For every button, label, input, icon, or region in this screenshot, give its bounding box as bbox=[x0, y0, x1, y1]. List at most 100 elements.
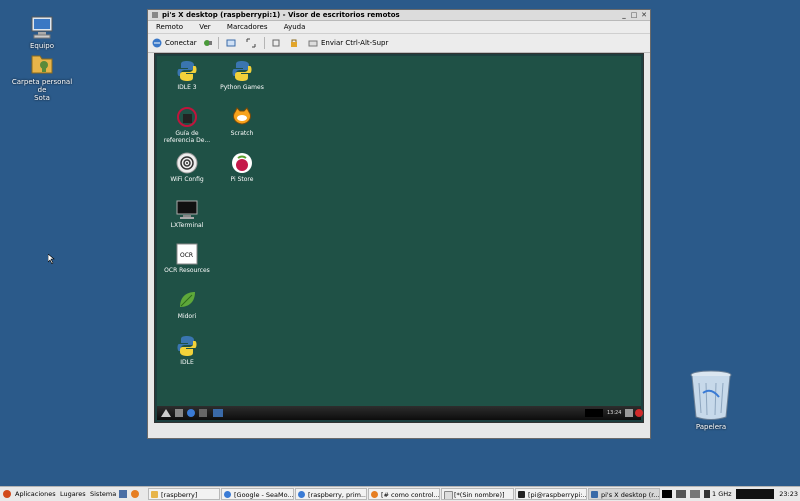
remote-icon-label: Pi Store bbox=[230, 176, 254, 183]
desktop-icon-home-folder[interactable]: Carpeta personal de Sota bbox=[10, 50, 74, 102]
menu-ver[interactable]: Ver bbox=[199, 23, 210, 31]
remote-icon-label: IDLE 3 bbox=[177, 84, 197, 91]
remote-icon-lxterminal[interactable]: LXTerminal bbox=[159, 198, 215, 229]
find-hosts-icon bbox=[204, 40, 212, 46]
computer-icon bbox=[31, 16, 53, 39]
minimize-icon[interactable]: _ bbox=[620, 11, 628, 19]
mouse-pointer-icon bbox=[48, 254, 55, 264]
taskbar-item[interactable]: [raspberry] bbox=[148, 488, 220, 500]
taskbar-item[interactable]: [raspberry, prim... bbox=[295, 488, 367, 500]
connect-button[interactable]: Conectar bbox=[152, 37, 197, 49]
remote-icon-label: OCR Resources bbox=[164, 267, 210, 274]
panel-clock[interactable]: 23:23 bbox=[779, 487, 798, 501]
menu-lugares[interactable]: Lugares bbox=[60, 487, 86, 501]
close-icon[interactable]: ✕ bbox=[640, 11, 648, 19]
terminal-launcher-icon[interactable] bbox=[662, 490, 672, 498]
maximize-icon[interactable]: □ bbox=[630, 11, 638, 19]
firefox-icon bbox=[371, 491, 378, 498]
remote-icon-pi-store[interactable]: Pi Store bbox=[214, 152, 270, 183]
desktop: { "desktop": { "icons": [ {"label": "Equ… bbox=[0, 0, 800, 501]
remote-icon-reference-guide[interactable]: Guía de referencia De... bbox=[159, 106, 215, 144]
terminal-icon bbox=[176, 200, 198, 219]
remote-viewer-icon bbox=[591, 491, 598, 498]
taskbar-item[interactable]: [Google - SeaMo... bbox=[221, 488, 294, 500]
desktop-icon-equipo[interactable]: Equipo bbox=[10, 14, 74, 50]
fullscreen-icon bbox=[246, 38, 256, 48]
raspberry-icon bbox=[232, 153, 252, 173]
remote-icon-idle3[interactable]: IDLE 3 bbox=[159, 60, 215, 91]
keyboard-lock-button[interactable] bbox=[289, 37, 302, 49]
remote-taskbar[interactable]: 13:24 bbox=[157, 406, 643, 420]
remote-viewer-window[interactable]: pi's X desktop (raspberrypi:1) - Visor d… bbox=[147, 9, 651, 439]
remote-screen[interactable]: IDLE 3 Guía de referencia De... WiFi Con… bbox=[154, 53, 644, 423]
python-icon bbox=[177, 336, 197, 356]
trash-icon bbox=[690, 370, 732, 420]
debian-reference-icon bbox=[177, 107, 197, 127]
remote-folder-icon[interactable] bbox=[175, 409, 183, 417]
menu-ayuda[interactable]: Ayuda bbox=[284, 23, 306, 31]
menu-sistema[interactable]: Sistema bbox=[90, 487, 116, 501]
fullscreen-button[interactable] bbox=[246, 37, 259, 49]
remote-icon-label: IDLE bbox=[180, 359, 194, 366]
desktop-icon-label: Equipo bbox=[30, 42, 54, 50]
taskbar-item[interactable]: [pi@raspberrypi:... bbox=[515, 488, 587, 500]
window-titlebar[interactable]: pi's X desktop (raspberrypi:1) - Visor d… bbox=[148, 10, 650, 21]
remote-icon-midori[interactable]: Midori bbox=[159, 289, 215, 320]
remote-cpu-monitor bbox=[585, 409, 603, 417]
send-cad-label: Enviar Ctrl-Alt-Supr bbox=[321, 39, 389, 47]
network-icon[interactable] bbox=[676, 490, 686, 498]
remote-desktop[interactable]: IDLE 3 Guía de referencia De... WiFi Con… bbox=[157, 56, 641, 406]
remote-icon-wifi-config[interactable]: WiFi Config bbox=[159, 152, 215, 183]
midori-leaf-icon bbox=[180, 292, 195, 307]
remote-clock: 13:24 bbox=[607, 410, 622, 416]
toolbar-separator bbox=[264, 37, 265, 49]
remote-icon-label: Python Games bbox=[220, 84, 264, 91]
firefox-launcher-icon[interactable] bbox=[131, 490, 139, 498]
desktop-icon-label: Carpeta personal de bbox=[11, 78, 73, 94]
app-icon bbox=[152, 12, 158, 18]
send-ctrl-alt-del-button[interactable]: Enviar Ctrl-Alt-Supr bbox=[308, 37, 388, 49]
connect-label: Conectar bbox=[165, 39, 197, 47]
cpu-frequency: 1 GHz bbox=[712, 490, 732, 498]
home-folder-icon bbox=[31, 55, 53, 74]
connect-icon bbox=[152, 38, 162, 48]
view-only-button[interactable] bbox=[271, 37, 284, 49]
remote-icon-idle[interactable]: IDLE bbox=[159, 335, 215, 366]
desktop-icon-label-line2: Sota bbox=[34, 94, 50, 102]
show-desktop-icon[interactable] bbox=[119, 490, 127, 498]
remote-icon-scratch[interactable]: Scratch bbox=[214, 106, 270, 137]
terminal-icon bbox=[518, 491, 525, 498]
menu-marcadores[interactable]: Marcadores bbox=[227, 23, 268, 31]
remote-browser-icon[interactable] bbox=[187, 409, 195, 417]
remote-icon-python-games[interactable]: Python Games bbox=[214, 60, 270, 91]
remote-icon-label: Midori bbox=[177, 313, 197, 320]
browser-icon bbox=[224, 491, 231, 498]
svg-text:OCR: OCR bbox=[180, 252, 193, 259]
remote-menu-icon[interactable] bbox=[161, 409, 171, 417]
taskbar-item[interactable]: [# como control... bbox=[368, 488, 440, 500]
menu-aplicaciones[interactable]: Aplicaciones bbox=[15, 487, 56, 501]
remote-power-icon[interactable] bbox=[635, 409, 643, 417]
remote-icon-ocr-resources[interactable]: OCR OCR Resources bbox=[159, 243, 215, 274]
menu-remoto[interactable]: Remoto bbox=[156, 23, 183, 31]
taskbar-item[interactable]: [*(Sin nombre)] bbox=[441, 488, 514, 500]
remote-icon-label: LXTerminal bbox=[170, 222, 204, 229]
toolbar: Conectar Enviar Ctrl-Alt-Supr bbox=[148, 34, 650, 53]
desktop-icon-label: Papelera bbox=[695, 423, 727, 431]
bottom-panel: Aplicaciones Lugares Sistema [raspberry]… bbox=[0, 486, 800, 501]
desktop-icon-trash[interactable]: Papelera bbox=[679, 369, 743, 431]
applications-menu-icon[interactable] bbox=[3, 490, 11, 498]
folder-icon bbox=[151, 491, 158, 498]
volume-icon[interactable] bbox=[690, 490, 700, 498]
scratch-cat-icon bbox=[233, 107, 251, 125]
remote-desktop-icon[interactable] bbox=[199, 409, 207, 417]
menubar: Remoto Ver Marcadores Ayuda bbox=[148, 21, 650, 34]
remote-task-button[interactable] bbox=[213, 409, 223, 417]
remote-network-icon[interactable] bbox=[625, 409, 633, 417]
ocr-icon: OCR bbox=[176, 243, 198, 265]
taskbar-item-active[interactable]: pi's X desktop (r... bbox=[588, 488, 660, 500]
window-title: pi's X desktop (raspberrypi:1) - Visor d… bbox=[162, 11, 400, 19]
find-button[interactable] bbox=[203, 37, 216, 49]
screenshot-button[interactable] bbox=[226, 37, 239, 49]
text-editor-icon bbox=[444, 491, 453, 499]
